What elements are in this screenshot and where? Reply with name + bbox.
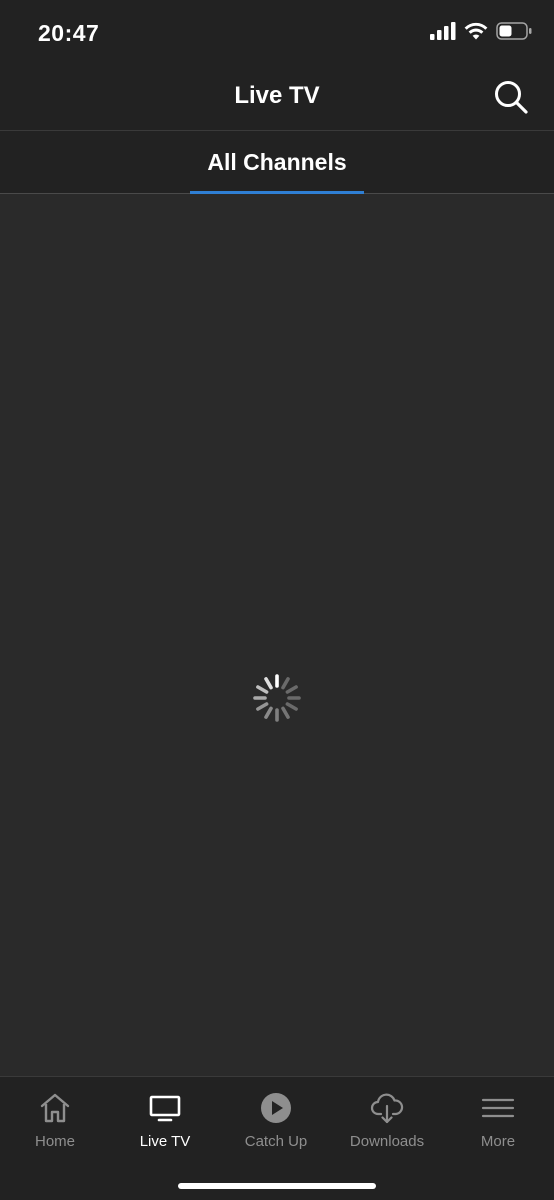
bottom-nav-label: Home xyxy=(34,1133,75,1150)
live-tv-screen: 20:47 Live TV All Channels Home Live TV … xyxy=(0,0,554,1200)
bottom-tab-bar: Home Live TV Catch Up Downloads More xyxy=(0,1076,554,1200)
wifi-icon xyxy=(464,22,488,40)
bottom-nav-catch-up[interactable]: Catch Up xyxy=(221,1077,331,1167)
bottom-nav-downloads[interactable]: Downloads xyxy=(332,1077,442,1167)
bottom-nav-home[interactable]: Home xyxy=(0,1077,110,1167)
battery-icon xyxy=(496,22,532,40)
cellular-signal-icon xyxy=(430,22,456,40)
play-circle-icon xyxy=(261,1093,291,1123)
search-icon xyxy=(495,81,528,114)
tv-icon xyxy=(149,1095,181,1122)
channel-tabs: All Channels xyxy=(0,131,554,194)
bottom-nav-label: Downloads xyxy=(349,1133,425,1150)
home-icon xyxy=(40,1093,70,1123)
page-title: Live TV xyxy=(234,82,320,109)
bottom-nav-more[interactable]: More xyxy=(443,1077,553,1167)
bottom-nav-live-tv[interactable]: Live TV xyxy=(110,1077,220,1167)
home-indicator[interactable] xyxy=(178,1183,376,1189)
tab-all-channels[interactable]: All Channels xyxy=(190,131,364,194)
status-icons xyxy=(430,22,532,40)
bottom-nav-label: Catch Up xyxy=(244,1133,308,1150)
tab-label: All Channels xyxy=(207,149,347,175)
nav-header: Live TV xyxy=(0,64,554,131)
bottom-nav-label: More xyxy=(480,1133,516,1150)
status-time: 20:47 xyxy=(38,20,100,46)
cloud-download-icon xyxy=(370,1093,404,1124)
search-button[interactable] xyxy=(492,78,530,116)
menu-icon xyxy=(481,1098,515,1118)
channel-list-area xyxy=(0,194,554,1076)
status-bar: 20:47 xyxy=(0,0,554,64)
bottom-nav-label: Live TV xyxy=(139,1133,191,1150)
loading-spinner-icon xyxy=(253,674,301,722)
